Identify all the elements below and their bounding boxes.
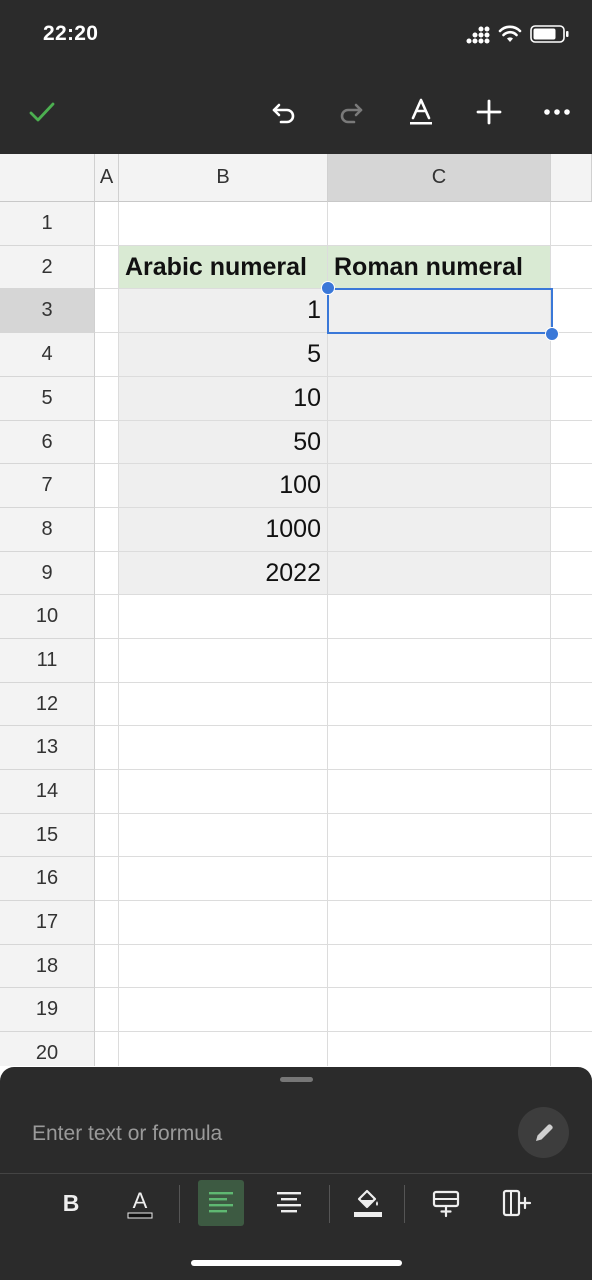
- row-header[interactable]: 20: [0, 1032, 95, 1066]
- row-header[interactable]: 6: [0, 421, 95, 464]
- row-header[interactable]: 12: [0, 683, 95, 726]
- undo-icon: [272, 103, 295, 124]
- align-center-icon: [277, 1192, 301, 1213]
- status-time: 22:20: [43, 22, 99, 45]
- cell-b3[interactable]: 1: [119, 289, 328, 333]
- row-line: [95, 1031, 592, 1032]
- align-center-button[interactable]: [266, 1180, 312, 1226]
- row-line: [95, 682, 592, 683]
- selection-handle-bottom-right[interactable]: [545, 327, 559, 341]
- column-header-b[interactable]: B: [119, 154, 328, 202]
- row-header[interactable]: 17: [0, 901, 95, 945]
- insert-column-icon: [502, 1189, 532, 1217]
- row-header[interactable]: 19: [0, 988, 95, 1032]
- row-line: [95, 638, 592, 639]
- home-indicator: [191, 1260, 402, 1266]
- text-format-button[interactable]: [397, 88, 445, 136]
- battery-icon: [530, 25, 569, 43]
- edit-button[interactable]: [518, 1107, 569, 1158]
- row-header[interactable]: 8: [0, 508, 95, 552]
- panel-drag-handle[interactable]: [280, 1077, 313, 1082]
- insert-row-icon: [432, 1190, 460, 1218]
- text-color-button[interactable]: A: [117, 1180, 163, 1226]
- row-header[interactable]: 15: [0, 814, 95, 857]
- cell-b7[interactable]: 100: [119, 464, 328, 508]
- check-icon: [29, 102, 55, 122]
- row-line: [95, 769, 592, 770]
- formula-panel: B A: [0, 1067, 592, 1280]
- undo-button[interactable]: [260, 88, 308, 136]
- wifi-icon: [498, 25, 522, 42]
- formula-input[interactable]: [30, 1117, 504, 1151]
- row-header[interactable]: 9: [0, 552, 95, 595]
- insert-column-button[interactable]: [493, 1180, 539, 1226]
- row-line: [95, 856, 592, 857]
- row-line: [95, 813, 592, 814]
- cell-c9[interactable]: [328, 552, 551, 595]
- done-button[interactable]: [18, 88, 66, 136]
- row-header[interactable]: 1: [0, 202, 95, 246]
- row-header-selected[interactable]: 3: [0, 289, 95, 333]
- row-header[interactable]: 10: [0, 595, 95, 639]
- column-header-a[interactable]: A: [95, 154, 119, 202]
- redo-button[interactable]: [327, 88, 375, 136]
- text-color-icon: A: [127, 1188, 153, 1219]
- cell-c3[interactable]: [328, 289, 551, 333]
- cell-c7[interactable]: [328, 464, 551, 508]
- bold-icon: B: [62, 1189, 80, 1216]
- row-header[interactable]: 16: [0, 857, 95, 901]
- row-header[interactable]: 18: [0, 945, 95, 988]
- cell-b8[interactable]: 1000: [119, 508, 328, 552]
- row-header[interactable]: 7: [0, 464, 95, 508]
- row-line: [95, 944, 592, 945]
- spreadsheet-grid[interactable]: A B C 1 2 3 4 5 6 7 8 9 10 11 12 13 14 1…: [0, 154, 592, 1066]
- cell-b9[interactable]: 2022: [119, 552, 328, 595]
- format-divider: [329, 1185, 330, 1223]
- cell-c4[interactable]: [328, 333, 551, 377]
- insert-row-button[interactable]: [423, 1180, 469, 1226]
- row-line: [95, 725, 592, 726]
- insert-icon: [476, 99, 502, 125]
- selection-handle-top-left[interactable]: [321, 281, 335, 295]
- fill-color-icon: [354, 1189, 382, 1217]
- bold-button[interactable]: B: [48, 1180, 94, 1226]
- fill-color-button[interactable]: [345, 1180, 391, 1226]
- top-bar: 22:20: [0, 0, 592, 154]
- svg-text:A: A: [133, 1188, 148, 1213]
- redo-icon: [340, 103, 363, 124]
- pencil-icon: [535, 1123, 553, 1141]
- cell-b2[interactable]: Arabic numeral: [119, 246, 328, 289]
- signal-icon: [466, 26, 490, 44]
- cell-b6[interactable]: 50: [119, 421, 328, 464]
- align-left-button[interactable]: [198, 1180, 244, 1226]
- align-left-icon: [209, 1192, 233, 1213]
- format-divider: [179, 1185, 180, 1223]
- row-header[interactable]: 4: [0, 333, 95, 377]
- column-header-d[interactable]: [551, 154, 592, 202]
- row-line: [95, 900, 592, 901]
- more-button[interactable]: [533, 88, 581, 136]
- column-header-c[interactable]: C: [328, 154, 551, 202]
- format-divider: [404, 1185, 405, 1223]
- cell-c8[interactable]: [328, 508, 551, 552]
- text-format-icon: [410, 98, 432, 125]
- cell-b4[interactable]: 5: [119, 333, 328, 377]
- cell-b5[interactable]: 10: [119, 377, 328, 421]
- cell-c5[interactable]: [328, 377, 551, 421]
- cell-c6[interactable]: [328, 421, 551, 464]
- row-header[interactable]: 11: [0, 639, 95, 683]
- cell-c2[interactable]: Roman numeral: [328, 246, 551, 289]
- more-icon: [544, 109, 570, 115]
- row-line: [95, 987, 592, 988]
- select-all-corner[interactable]: [0, 154, 95, 202]
- row-header[interactable]: 5: [0, 377, 95, 421]
- panel-divider: [0, 1173, 592, 1174]
- insert-button[interactable]: [465, 88, 513, 136]
- row-header[interactable]: 14: [0, 770, 95, 814]
- row-header[interactable]: 13: [0, 726, 95, 770]
- row-header[interactable]: 2: [0, 246, 95, 289]
